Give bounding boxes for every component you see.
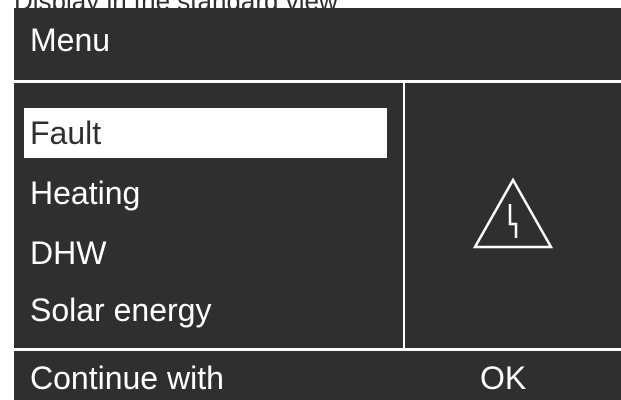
- icon-panel: [405, 83, 621, 348]
- display-screen: Menu Fault Heating DHW Solar energy Cont…: [14, 8, 621, 400]
- title-bar: Menu: [14, 8, 621, 83]
- electrical-hazard-warning-icon: [472, 177, 554, 249]
- menu-item-fault[interactable]: Fault: [24, 108, 387, 158]
- menu-item-heating[interactable]: Heating: [24, 168, 387, 218]
- menu-item-dhw[interactable]: DHW: [24, 228, 387, 278]
- menu-item-solar-energy[interactable]: Solar energy: [24, 285, 387, 335]
- continue-prompt: Continue with: [30, 360, 224, 396]
- menu-list: Fault Heating DHW Solar energy: [14, 83, 405, 348]
- ok-button[interactable]: OK: [480, 359, 526, 397]
- footer-bar: Continue with OK: [14, 348, 621, 400]
- page-title: Menu: [30, 22, 111, 58]
